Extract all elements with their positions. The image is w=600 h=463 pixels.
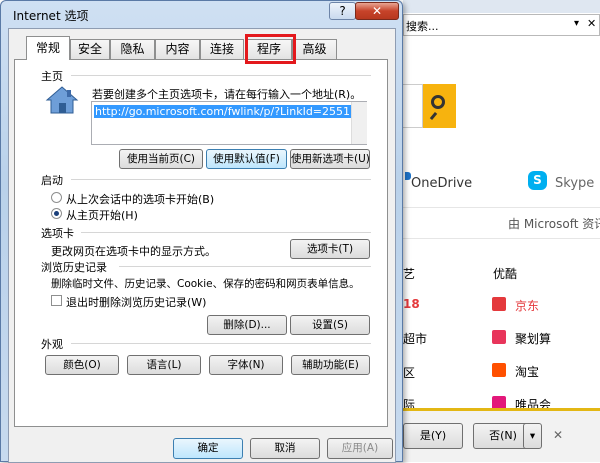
- tab-advanced[interactable]: 高级: [292, 39, 337, 59]
- ok-button[interactable]: 确定: [173, 438, 243, 459]
- fonts-button[interactable]: 字体(N): [209, 355, 283, 375]
- jd-link[interactable]: 京东: [515, 297, 539, 314]
- browser-search-placeholder: 搜索...: [406, 20, 439, 33]
- startup-last-session-label[interactable]: 从上次会话中的选项卡开始(B): [66, 191, 214, 207]
- tab-general[interactable]: 常规: [26, 36, 70, 60]
- search-icon: [431, 95, 445, 109]
- homepage-textarea[interactable]: http://go.microsoft.com/fwlink/p/?LinkId…: [91, 101, 367, 145]
- notification-bar: 是(Y) 否(N) ▾ ✕: [383, 408, 600, 462]
- dialog-titlebar[interactable]: Internet 选项 ? ✕: [1, 1, 402, 27]
- startup-section-title: 启动: [41, 174, 63, 187]
- tabs-description: 更改网页在选项卡中的显示方式。: [51, 245, 216, 258]
- close-button[interactable]: ✕: [355, 2, 399, 20]
- notification-dropdown-button[interactable]: ▾: [523, 423, 542, 449]
- tab-content[interactable]: 内容: [155, 39, 200, 59]
- homepage-section-title: 主页: [41, 70, 63, 83]
- startup-home-label[interactable]: 从主页开始(H): [66, 207, 138, 223]
- homepage-divider: [71, 75, 371, 76]
- house-icon: [45, 85, 79, 115]
- search-icon-handle: [429, 111, 438, 121]
- history-divider: [119, 266, 371, 267]
- browser-address-bar[interactable]: 搜索... ▾ ✕: [403, 14, 600, 36]
- history-section-title: 浏览历史记录: [41, 261, 107, 274]
- use-new-tab-button[interactable]: 使用新选项卡(U): [290, 149, 370, 169]
- tab-connections[interactable]: 连接: [200, 39, 244, 59]
- appearance-divider: [71, 343, 371, 344]
- taobao-link[interactable]: 淘宝: [515, 363, 539, 380]
- accessibility-button[interactable]: 辅助功能(E): [291, 355, 370, 375]
- homepage-url-value: http://go.microsoft.com/fwlink/p/?LinkId…: [94, 105, 352, 118]
- dropdown-icon[interactable]: ▾: [574, 18, 579, 29]
- help-button[interactable]: ?: [329, 2, 356, 20]
- tabs-divider: [81, 232, 371, 233]
- tab-security[interactable]: 安全: [70, 39, 110, 59]
- onedrive-link[interactable]: OneDrive: [411, 176, 472, 191]
- highlight-box: [245, 34, 296, 64]
- browser-top-strip: [403, 0, 600, 13]
- use-current-button[interactable]: 使用当前页(C): [119, 149, 203, 169]
- browser-link-left-4[interactable]: 区: [403, 364, 415, 381]
- browser-divider-2: [403, 238, 600, 239]
- delete-on-exit-checkbox[interactable]: [51, 295, 62, 306]
- colors-button[interactable]: 颜色(O): [45, 355, 119, 375]
- tab-privacy[interactable]: 隐私: [110, 39, 155, 59]
- delete-on-exit-label[interactable]: 退出时删除浏览历史记录(W): [66, 294, 206, 310]
- tabs-section-title: 选项卡: [41, 227, 74, 240]
- browser-divider: [403, 207, 600, 208]
- dialog-title: Internet 选项: [13, 9, 89, 23]
- startup-home-radio[interactable]: [51, 208, 62, 219]
- chevron-down-icon: ▾: [529, 430, 536, 442]
- juhuasuan-icon: [492, 330, 506, 344]
- tabs-settings-button[interactable]: 选项卡(T): [290, 239, 370, 259]
- homepage-hint: 若要创建多个主页选项卡，请在每行输入一个地址(R)。: [92, 88, 362, 101]
- youku-link[interactable]: 优酷: [493, 265, 517, 282]
- history-description: 删除临时文件、历史记录、Cookie、保存的密码和网页表单信息。: [51, 278, 360, 290]
- history-settings-button[interactable]: 设置(S): [290, 315, 370, 335]
- close-tab-icon[interactable]: ✕: [587, 17, 596, 30]
- apply-button[interactable]: 应用(A): [327, 438, 393, 459]
- cancel-button[interactable]: 取消: [250, 438, 320, 459]
- startup-divider: [71, 179, 371, 180]
- textarea-scrollbar[interactable]: [351, 102, 367, 144]
- delete-history-button[interactable]: 删除(D)...: [207, 315, 287, 335]
- skype-icon: S: [528, 171, 547, 190]
- internet-options-dialog: Internet 选项 ? ✕ 常规 安全 隐私 内容 连接 程序 高级 主页 …: [0, 0, 403, 463]
- use-default-button[interactable]: 使用默认值(F): [206, 149, 287, 169]
- jd-icon: [492, 297, 506, 311]
- startup-last-session-radio[interactable]: [51, 192, 62, 203]
- languages-button[interactable]: 语言(L): [127, 355, 201, 375]
- browser-link-left-2[interactable]: 18: [403, 297, 420, 311]
- bing-search-box[interactable]: [403, 84, 423, 128]
- taobao-icon: [492, 363, 506, 377]
- microsoft-info-label: 由 Microsoft 资讯: [508, 217, 600, 231]
- skype-link[interactable]: Skype: [555, 176, 594, 191]
- juhuasuan-link[interactable]: 聚划算: [515, 330, 551, 347]
- browser-link-left-1[interactable]: 艺: [403, 265, 415, 282]
- notification-yes-button[interactable]: 是(Y): [403, 423, 463, 449]
- appearance-section-title: 外观: [41, 338, 63, 351]
- bing-search-button[interactable]: [423, 84, 456, 128]
- browser-link-left-3[interactable]: 超市: [403, 330, 427, 347]
- notification-close-icon[interactable]: ✕: [553, 428, 563, 442]
